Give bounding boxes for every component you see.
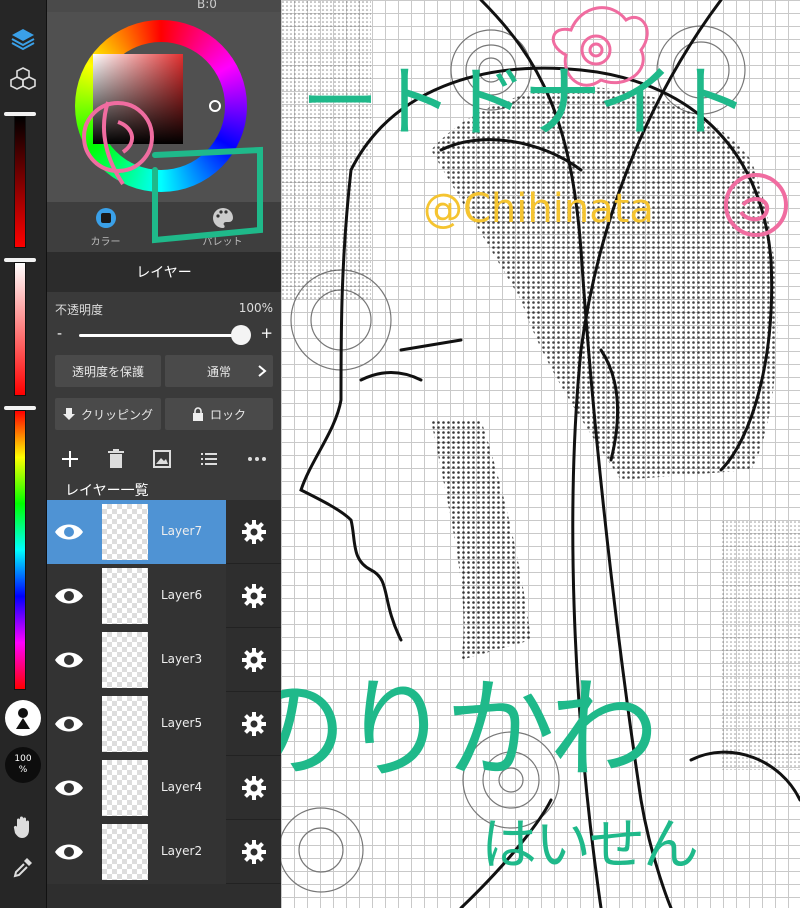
gear-icon[interactable] [241, 519, 267, 545]
layer-name: Layer7 [161, 524, 203, 538]
trash-icon[interactable] [107, 449, 125, 469]
brush-size-knob[interactable] [5, 700, 41, 736]
zoom-indicator[interactable]: 100 % [5, 747, 41, 783]
opacity-value: 100% [238, 301, 273, 315]
layer-list-icon[interactable] [199, 449, 219, 469]
3d-material-icon[interactable] [8, 64, 38, 94]
visibility-eye-icon[interactable] [53, 775, 85, 801]
more-icon[interactable] [246, 449, 268, 469]
layer-panel-title: レイヤー [47, 252, 281, 292]
hue-slider[interactable] [14, 410, 26, 690]
tool-strip: 100 % [0, 0, 47, 908]
chevron-right-icon [258, 365, 267, 377]
clipping-label: クリッピング [80, 407, 153, 422]
brightness-slider-handle[interactable] [4, 112, 36, 116]
layer-row[interactable]: Layer2 [47, 820, 281, 884]
layer-name: Layer5 [161, 716, 203, 730]
color-circle-icon [95, 208, 116, 228]
layer-toolbar [47, 440, 281, 478]
lock-icon [192, 407, 203, 421]
gear-icon[interactable] [241, 839, 267, 865]
gear-icon[interactable] [241, 775, 267, 801]
blend-mode-select[interactable]: 通常 [165, 355, 273, 387]
layer-thumbnail [102, 696, 148, 752]
drawing-canvas[interactable]: ートドナイト @Chihinata みのりかわ はいせん [281, 0, 800, 908]
zoom-value: 100 [14, 754, 32, 764]
clipping-arrow-icon [62, 408, 75, 420]
layer-row[interactable]: Layer6 [47, 564, 281, 628]
layers-icon[interactable] [8, 24, 38, 54]
layer-list: Layer7 Layer6 Layer3 Layer5 Layer4 Layer… [47, 500, 281, 908]
sub-overlay-text: はいせん [481, 813, 699, 878]
opacity-decrease-button[interactable]: - [57, 326, 62, 342]
brightness-slider[interactable] [14, 116, 26, 248]
opacity-slider-thumb[interactable] [231, 325, 251, 345]
layer-panel-title-text: レイヤー [136, 265, 192, 281]
layer-thumbnail [102, 760, 148, 816]
layer-row[interactable]: Layer7 [47, 500, 281, 564]
layer-row[interactable]: Layer3 [47, 628, 281, 692]
opacity-label: 不透明度 [55, 303, 104, 317]
gear-icon[interactable] [241, 711, 267, 737]
blend-mode-label: 通常 [206, 364, 231, 379]
hue-slider-handle[interactable] [4, 406, 36, 410]
layer-list-title: レイヤー一覧 [65, 483, 149, 499]
layer-thumbnail [102, 504, 148, 560]
rgb-readout: B:0 [197, 0, 217, 11]
protect-alpha-label: 透明度を保護 [71, 364, 144, 379]
gear-icon[interactable] [241, 583, 267, 609]
green-doodle-overlay [152, 146, 263, 244]
protect-alpha-button[interactable]: 透明度を保護 [55, 355, 161, 387]
saturation-slider-handle[interactable] [4, 258, 36, 262]
lock-button[interactable]: ロック [165, 398, 273, 430]
opacity-increase-button[interactable]: + [260, 324, 273, 342]
visibility-eye-icon[interactable] [53, 519, 85, 545]
eyedropper-icon[interactable] [8, 852, 38, 882]
main-overlay-text: みのりかわ [281, 666, 659, 794]
tab-color-label: カラー [90, 237, 121, 248]
layer-name: Layer2 [161, 844, 203, 858]
visibility-eye-icon[interactable] [53, 583, 85, 609]
layer-name: Layer3 [161, 652, 203, 666]
layer-thumbnail [102, 824, 148, 880]
title-overlay-text: ートドナイト [301, 58, 749, 148]
zoom-unit: % [18, 765, 28, 775]
color-header: B:0 [47, 0, 281, 12]
artist-handle-text: @Chihinata [423, 186, 654, 232]
saturation-slider[interactable] [14, 262, 26, 396]
layer-name: Layer4 [161, 780, 203, 794]
layer-thumbnail [102, 632, 148, 688]
layer-row[interactable]: Layer4 [47, 756, 281, 820]
layer-row[interactable]: Layer5 [47, 692, 281, 756]
image-layer-icon[interactable] [152, 449, 172, 469]
hue-wheel-marker[interactable] [209, 100, 221, 112]
clipping-button[interactable]: クリッピング [55, 398, 161, 430]
gear-icon[interactable] [241, 647, 267, 673]
opacity-slider[interactable] [79, 334, 239, 337]
visibility-eye-icon[interactable] [53, 839, 85, 865]
layer-thumbnail [102, 568, 148, 624]
add-layer-icon[interactable] [60, 449, 80, 469]
hand-icon[interactable] [8, 812, 38, 842]
layer-name: Layer6 [161, 588, 203, 602]
lock-label: ロック [209, 407, 246, 422]
visibility-eye-icon[interactable] [53, 711, 85, 737]
visibility-eye-icon[interactable] [53, 647, 85, 673]
